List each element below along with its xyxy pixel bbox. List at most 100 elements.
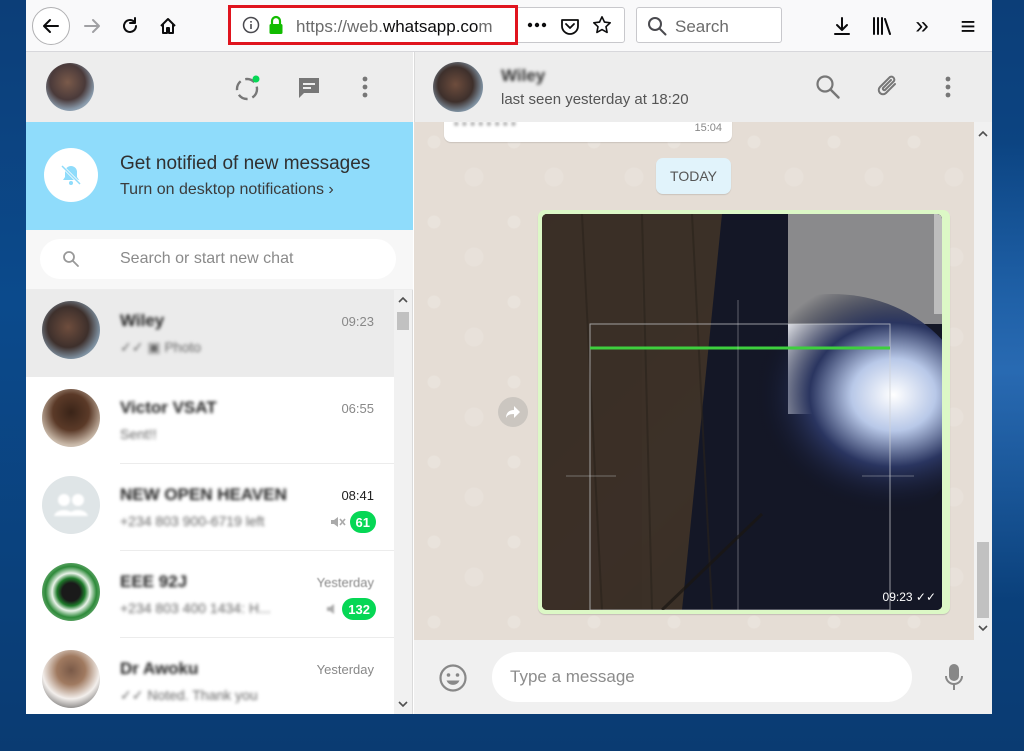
chat-row[interactable]: Victor VSAT Sent!! 06:55: [26, 377, 394, 464]
message-text: • • • • • • • •: [454, 122, 516, 131]
chat-time: 09:23: [341, 314, 374, 329]
chat-row[interactable]: NEW OPEN HEAVEN +234 803 900-6719 left 0…: [26, 464, 394, 551]
chat-name: Dr Awoku: [120, 659, 199, 678]
reload-button[interactable]: [112, 8, 148, 44]
message-area-scrollbar[interactable]: [974, 122, 992, 640]
chat-list-scrollbar[interactable]: [394, 290, 412, 714]
notification-link[interactable]: Turn on desktop notifications ›: [120, 181, 334, 199]
hamburger-menu-button[interactable]: ≡: [950, 8, 986, 44]
message-time: 09:23 ✓✓: [882, 590, 936, 604]
chat-time: Yesterday: [316, 662, 374, 677]
url-bar[interactable]: https://web.whatsapp.com: [229, 7, 625, 43]
chat-row[interactable]: Dr Awoku ✓✓ Noted. Thank you Yesterday: [26, 638, 394, 714]
reload-icon: [123, 17, 137, 33]
conversation-header[interactable]: Wiley last seen yesterday at 18:20: [414, 52, 992, 122]
group-icon: [54, 494, 88, 516]
library-button[interactable]: [864, 8, 900, 44]
chat-list: Wiley ✓✓ ▣ Photo 09:23 Victor VSAT Sent!…: [26, 290, 394, 714]
browser-toolbar: https://web.whatsapp.com Search » ≡: [26, 0, 992, 52]
lock-icon[interactable]: [268, 15, 284, 35]
sidebar: Get notified of new messages Turn on des…: [26, 52, 413, 714]
new-chat-icon[interactable]: [296, 75, 322, 101]
scrollbar-thumb[interactable]: [397, 312, 409, 330]
group-avatar: [42, 563, 100, 621]
scroll-down-icon[interactable]: [978, 624, 988, 632]
chat-time: Yesterday: [316, 575, 374, 590]
paperclip-icon[interactable]: [875, 74, 901, 100]
unread-badge: 132: [342, 598, 376, 620]
chat-name: Wiley: [120, 311, 165, 330]
message-input[interactable]: Type a message: [492, 652, 912, 702]
library-icon: [873, 17, 891, 35]
contact-last-seen: last seen yesterday at 18:20: [501, 91, 689, 108]
contact-avatar[interactable]: [433, 62, 483, 112]
page-actions-icon[interactable]: [526, 16, 548, 34]
chat-name: Victor VSAT: [120, 398, 217, 417]
chat-time: 06:55: [341, 401, 374, 416]
muted-icon: [328, 513, 346, 531]
chat-row[interactable]: Wiley ✓✓ ▣ Photo 09:23: [26, 290, 394, 377]
chat-row[interactable]: EEE 92J +234 803 400 1434: H... Yesterda…: [26, 551, 394, 638]
search-icon: [647, 16, 667, 36]
chat-last-message: Sent!!: [120, 426, 157, 442]
chat-name: EEE 92J: [120, 572, 188, 591]
scrollbar-thumb[interactable]: [977, 542, 989, 618]
chat-time: 08:41: [341, 488, 374, 503]
message-composer: Type a message: [414, 640, 992, 714]
unread-badge: 61: [349, 511, 376, 533]
notification-bell-circle: [44, 148, 98, 202]
conversation-panel: Wiley last seen yesterday at 18:20 • • •…: [414, 52, 992, 714]
group-avatar: [42, 476, 100, 534]
message-time: 15:04: [694, 122, 722, 134]
bell-off-icon: [60, 164, 82, 186]
home-button[interactable]: [150, 8, 186, 44]
notification-banner[interactable]: Get notified of new messages Turn on des…: [26, 122, 413, 230]
photo-content: [542, 214, 942, 610]
avatar: [42, 301, 100, 359]
message-input-placeholder: Type a message: [510, 667, 635, 686]
microphone-icon[interactable]: [944, 662, 964, 692]
forward-message-button[interactable]: [498, 397, 528, 427]
search-icon[interactable]: [815, 74, 841, 100]
menu-dots-icon[interactable]: [360, 74, 370, 100]
overflow-menu-button[interactable]: »: [904, 8, 940, 44]
date-divider: TODAY: [656, 158, 731, 194]
photo-image[interactable]: [542, 214, 942, 610]
chat-last-message: +234 803 900-6719 left: [120, 513, 265, 529]
pocket-icon[interactable]: [560, 16, 580, 36]
scroll-up-icon[interactable]: [398, 296, 408, 304]
menu-dots-icon[interactable]: [943, 74, 953, 100]
muted-icon: [324, 600, 342, 618]
chat-search-input[interactable]: Search or start new chat: [40, 239, 396, 279]
forward-icon: [506, 406, 520, 418]
scroll-down-icon[interactable]: [398, 700, 408, 708]
emoji-icon[interactable]: [438, 663, 468, 693]
home-icon: [160, 18, 176, 34]
avatar: [42, 650, 100, 708]
outgoing-photo-message[interactable]: 09:23 ✓✓: [538, 210, 950, 614]
status-icon[interactable]: [234, 74, 262, 102]
downloads-button[interactable]: [824, 8, 860, 44]
download-icon: [834, 17, 850, 35]
url-text[interactable]: https://web.whatsapp.com: [296, 17, 520, 37]
bookmark-star-icon[interactable]: [592, 15, 612, 35]
read-receipt-icon: ✓✓: [915, 590, 936, 604]
chat-name: NEW OPEN HEAVEN: [120, 485, 287, 504]
browser-search-input[interactable]: Search: [636, 7, 782, 43]
chat-last-message: +234 803 400 1434: H...: [120, 600, 271, 616]
contact-name: Wiley: [501, 66, 546, 85]
message-area: • • • • • • • • 15:04 TODAY 09:23 ✓✓: [414, 122, 992, 640]
forward-nav-button[interactable]: [74, 8, 110, 44]
avatar: [42, 389, 100, 447]
chat-last-message: ✓✓ Noted. Thank you: [120, 687, 258, 703]
sidebar-header: [26, 52, 413, 122]
my-avatar[interactable]: [46, 63, 94, 111]
scroll-up-icon[interactable]: [978, 130, 988, 138]
chat-search-placeholder: Search or start new chat: [120, 250, 294, 267]
notification-title: Get notified of new messages: [120, 153, 371, 174]
incoming-message[interactable]: • • • • • • • • 15:04: [444, 122, 732, 142]
whatsapp-app: Get notified of new messages Turn on des…: [26, 52, 992, 714]
search-icon: [62, 250, 80, 268]
info-icon[interactable]: [242, 16, 260, 34]
back-button[interactable]: [32, 7, 70, 45]
